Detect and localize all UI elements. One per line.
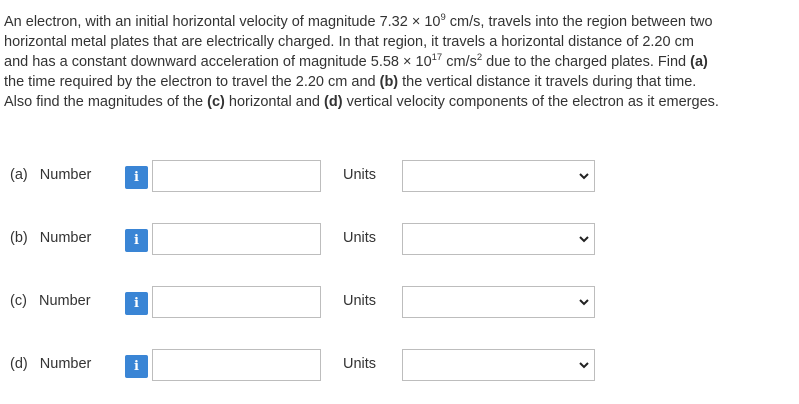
part-label: (c) Number — [10, 293, 91, 309]
unit-text: cm/s — [442, 54, 477, 70]
part-label: (a) Number — [10, 167, 92, 183]
question-line-4-end: the vertical distance it travels during … — [398, 74, 697, 90]
part-marker-c: (c) — [207, 94, 225, 110]
question-text: An electron, with an initial horizontal … — [4, 12, 789, 112]
units-dropdown[interactable] — [402, 160, 595, 192]
question-line-1: An electron, with an initial horizontal … — [4, 14, 441, 30]
chevron-down-icon — [579, 299, 589, 306]
part-marker-b: (b) — [379, 74, 399, 90]
answer-row-a: (a) Number i Units — [0, 160, 799, 192]
part-marker-a: (a) — [690, 54, 708, 70]
info-glyph: i — [134, 170, 139, 185]
question-line-3: and has a constant downward acceleration… — [4, 54, 432, 70]
question-line-4: the time required by the electron to tra… — [4, 74, 380, 90]
units-label: Units — [343, 293, 377, 309]
info-glyph: i — [134, 233, 139, 248]
units-dropdown[interactable] — [402, 286, 595, 318]
question-line-1-end: cm/s, travels into the region between tw… — [445, 14, 713, 30]
question-line-5-end: vertical velocity components of the elec… — [342, 94, 719, 110]
question-line-3-end: due to the charged plates. Find — [482, 54, 691, 70]
question-line-5-mid: horizontal and — [224, 94, 325, 110]
chevron-down-icon — [579, 362, 589, 369]
info-icon[interactable]: i — [125, 355, 148, 378]
info-glyph: i — [134, 359, 139, 374]
part-marker-d: (d) — [324, 94, 343, 110]
chevron-down-icon — [579, 236, 589, 243]
part-label: (d) Number — [10, 356, 92, 372]
units-dropdown[interactable] — [402, 349, 595, 381]
number-input[interactable] — [152, 286, 321, 318]
answer-row-d: (d) Number i Units — [0, 349, 799, 381]
info-glyph: i — [134, 296, 139, 311]
question-line-5: Also find the magnitudes of the — [4, 94, 208, 110]
info-icon[interactable]: i — [125, 229, 148, 252]
info-icon[interactable]: i — [125, 292, 148, 315]
units-label: Units — [343, 167, 377, 183]
exponent: 17 — [431, 52, 443, 63]
number-input[interactable] — [152, 349, 321, 381]
units-label: Units — [343, 356, 377, 372]
chevron-down-icon — [579, 173, 589, 180]
answer-row-b: (b) Number i Units — [0, 223, 799, 255]
number-input[interactable] — [152, 160, 321, 192]
question-line-2: horizontal metal plates that are electri… — [4, 34, 694, 50]
units-dropdown[interactable] — [402, 223, 595, 255]
units-label: Units — [343, 230, 377, 246]
answer-row-c: (c) Number i Units — [0, 286, 799, 318]
number-input[interactable] — [152, 223, 321, 255]
part-label: (b) Number — [10, 230, 92, 246]
info-icon[interactable]: i — [125, 166, 148, 189]
